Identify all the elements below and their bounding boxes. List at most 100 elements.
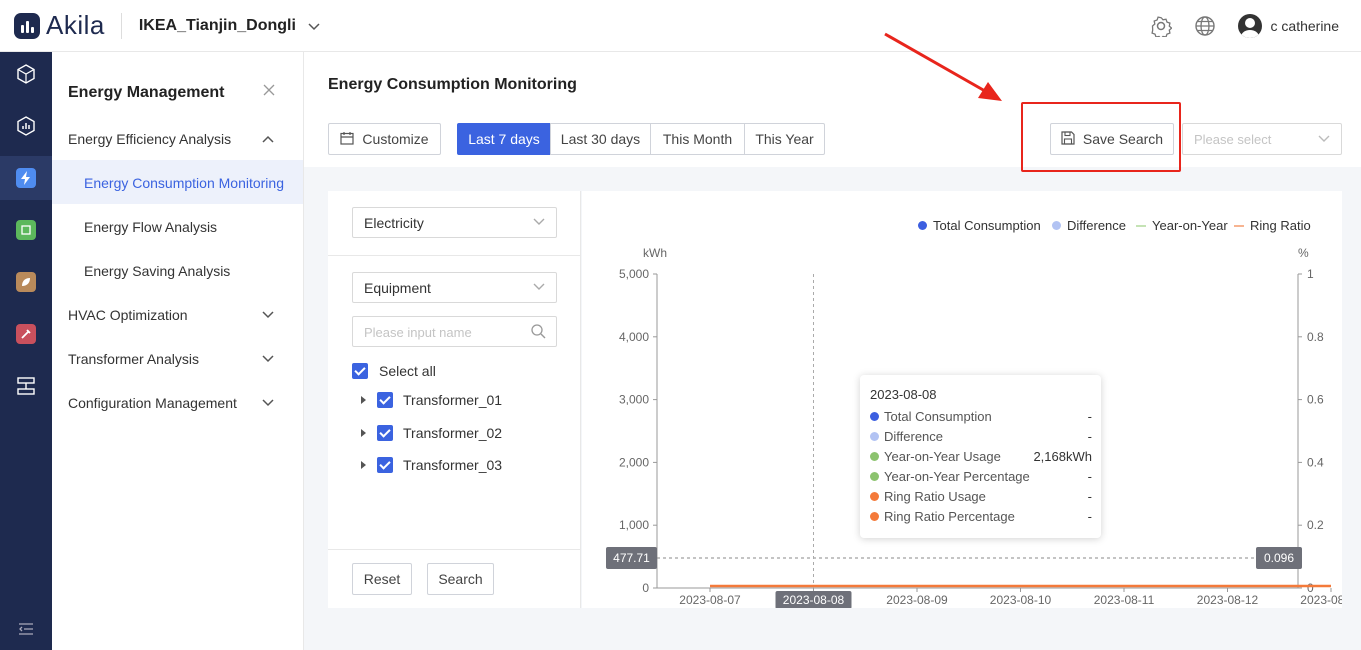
tooltip-key: Ring Ratio Percentage — [884, 509, 1015, 524]
chevron-down-icon[interactable] — [262, 352, 274, 366]
collapse-menu-icon[interactable] — [0, 609, 52, 649]
saved-search-select[interactable]: Please select — [1182, 123, 1342, 155]
scope-select[interactable]: Equipment — [352, 272, 557, 303]
customize-label: Customize — [362, 131, 429, 147]
tooltip-swatch — [870, 452, 879, 461]
tooltip-swatch — [870, 472, 879, 481]
menu-item-energy-saving-analysis[interactable]: Energy Saving Analysis — [84, 263, 230, 279]
chevron-down-icon[interactable] — [308, 18, 320, 34]
right-axis-unit: % — [1298, 246, 1309, 260]
tooltip-key: Ring Ratio Usage — [884, 489, 986, 504]
menu-group-configuration-management[interactable]: Configuration Management — [68, 395, 237, 411]
page-title: Energy Consumption Monitoring — [328, 76, 577, 93]
left-tick-label: 0 — [642, 581, 649, 595]
chevron-down-icon[interactable] — [262, 308, 274, 322]
top-header: Akila IKEA_Tianjin_Dongli c catherine — [0, 0, 1361, 52]
menu-item-energy-flow-analysis[interactable]: Energy Flow Analysis — [84, 219, 217, 235]
range-last-7-days[interactable]: Last 7 days — [457, 123, 551, 155]
energy-module-icon[interactable] — [0, 156, 52, 200]
chart-tooltip: 2023-08-08 Total Consumption - Differenc… — [860, 375, 1101, 538]
tooltip-row: Ring Ratio Percentage - — [870, 507, 1092, 527]
expand-caret-icon[interactable] — [361, 429, 366, 437]
transformer-checkbox[interactable] — [377, 425, 393, 441]
server-module-icon[interactable] — [0, 364, 52, 408]
tools-module-icon[interactable] — [0, 312, 52, 356]
search-icon[interactable] — [531, 324, 546, 344]
chevron-up-icon[interactable] — [262, 132, 274, 146]
filter-footer-divider — [328, 549, 581, 550]
crosshair-left-value: 477.71 — [613, 551, 650, 565]
cube-module-icon[interactable] — [0, 52, 52, 96]
select-all-label[interactable]: Select all — [379, 363, 436, 379]
x-tick-label: 2023-08-12 — [1197, 593, 1259, 607]
logo-text: Akila — [46, 10, 105, 40]
right-tick-label: 0.8 — [1307, 330, 1324, 344]
tooltip-row: Year-on-Year Usage 2,168kWh — [870, 447, 1092, 467]
customize-button[interactable]: Customize — [328, 123, 441, 155]
module-icon-bar — [0, 52, 52, 650]
header-divider — [120, 12, 122, 39]
filter-panel: Electricity Equipment Please input name … — [328, 191, 581, 608]
left-axis-unit: kWh — [643, 246, 667, 260]
side-menu: Energy Management Energy Efficiency Anal… — [52, 52, 304, 650]
akila-logo[interactable]: Akila — [14, 10, 105, 41]
x-tick-label: 2023-08-10 — [990, 593, 1052, 607]
tooltip-key: Total Consumption — [884, 409, 992, 424]
tooltip-row: Difference - — [870, 427, 1092, 447]
tree-item-label[interactable]: Transformer_01 — [403, 392, 502, 408]
tooltip-value: 2,168kWh — [1033, 449, 1092, 464]
range-last-30-days[interactable]: Last 30 days — [550, 123, 651, 155]
chevron-down-icon[interactable] — [262, 396, 274, 410]
expand-caret-icon[interactable] — [361, 461, 366, 469]
tooltip-value: - — [1087, 489, 1092, 504]
highlight-box — [1021, 102, 1181, 172]
x-tick-label: 2023-08-07 — [679, 593, 741, 607]
transformer-checkbox[interactable] — [377, 457, 393, 473]
avatar[interactable] — [1237, 14, 1262, 38]
gear-icon[interactable] — [1150, 15, 1172, 37]
left-tick-label: 2,000 — [619, 455, 649, 469]
energy-type-value: Electricity — [364, 215, 424, 231]
right-tick-label: 0.2 — [1307, 518, 1324, 532]
menu-group-hvac-optimization[interactable]: HVAC Optimization — [68, 307, 188, 323]
right-tick-label: 1 — [1307, 267, 1314, 281]
menu-group-energy-efficiency-analysis[interactable]: Energy Efficiency Analysis — [68, 131, 231, 147]
tooltip-row: Year-on-Year Percentage - — [870, 467, 1092, 487]
select-all-checkbox[interactable] — [352, 363, 368, 379]
reset-button[interactable]: Reset — [352, 563, 412, 595]
tooltip-swatch — [870, 432, 879, 441]
crosshair-right-value: 0.096 — [1264, 551, 1294, 565]
right-tick-label: 0.4 — [1307, 455, 1324, 469]
site-selector-label[interactable]: IKEA_Tianjin_Dongli — [139, 17, 296, 35]
dashboard-module-icon[interactable] — [0, 104, 52, 148]
scope-value: Equipment — [364, 280, 431, 296]
close-icon[interactable] — [263, 83, 275, 101]
search-placeholder: Please input name — [364, 325, 472, 340]
x-tick-label: 2023-08-13 — [1300, 593, 1342, 607]
menu-group-transformer-analysis[interactable]: Transformer Analysis — [68, 351, 199, 367]
equipment-search-input[interactable]: Please input name — [352, 316, 557, 347]
calendar-icon — [340, 131, 355, 148]
tooltip-value: - — [1087, 429, 1092, 444]
right-tick-label: 0.6 — [1307, 393, 1324, 407]
leaf-module-icon[interactable] — [0, 260, 52, 304]
expand-caret-icon[interactable] — [361, 396, 366, 404]
user-name[interactable]: c catherine — [1271, 18, 1339, 34]
globe-icon[interactable] — [1194, 15, 1216, 37]
tooltip-key: Year-on-Year Usage — [884, 449, 1001, 464]
search-button[interactable]: Search — [427, 563, 494, 595]
transformer-checkbox[interactable] — [377, 392, 393, 408]
chip-module-icon[interactable] — [0, 208, 52, 252]
tooltip-swatch — [870, 412, 879, 421]
side-menu-title: Energy Management — [68, 84, 225, 101]
left-tick-label: 5,000 — [619, 267, 649, 281]
energy-type-select[interactable]: Electricity — [352, 207, 557, 238]
menu-item-energy-consumption-monitoring[interactable]: Energy Consumption Monitoring — [84, 175, 284, 191]
tree-item-label[interactable]: Transformer_03 — [403, 457, 502, 473]
main-content: Energy Consumption Monitoring Customize … — [304, 52, 1361, 650]
range-this-year[interactable]: This Year — [744, 123, 825, 155]
tooltip-value: - — [1087, 409, 1092, 424]
tree-item-label[interactable]: Transformer_02 — [403, 425, 502, 441]
akila-logo-mark-icon — [14, 12, 40, 39]
range-this-month[interactable]: This Month — [650, 123, 745, 155]
